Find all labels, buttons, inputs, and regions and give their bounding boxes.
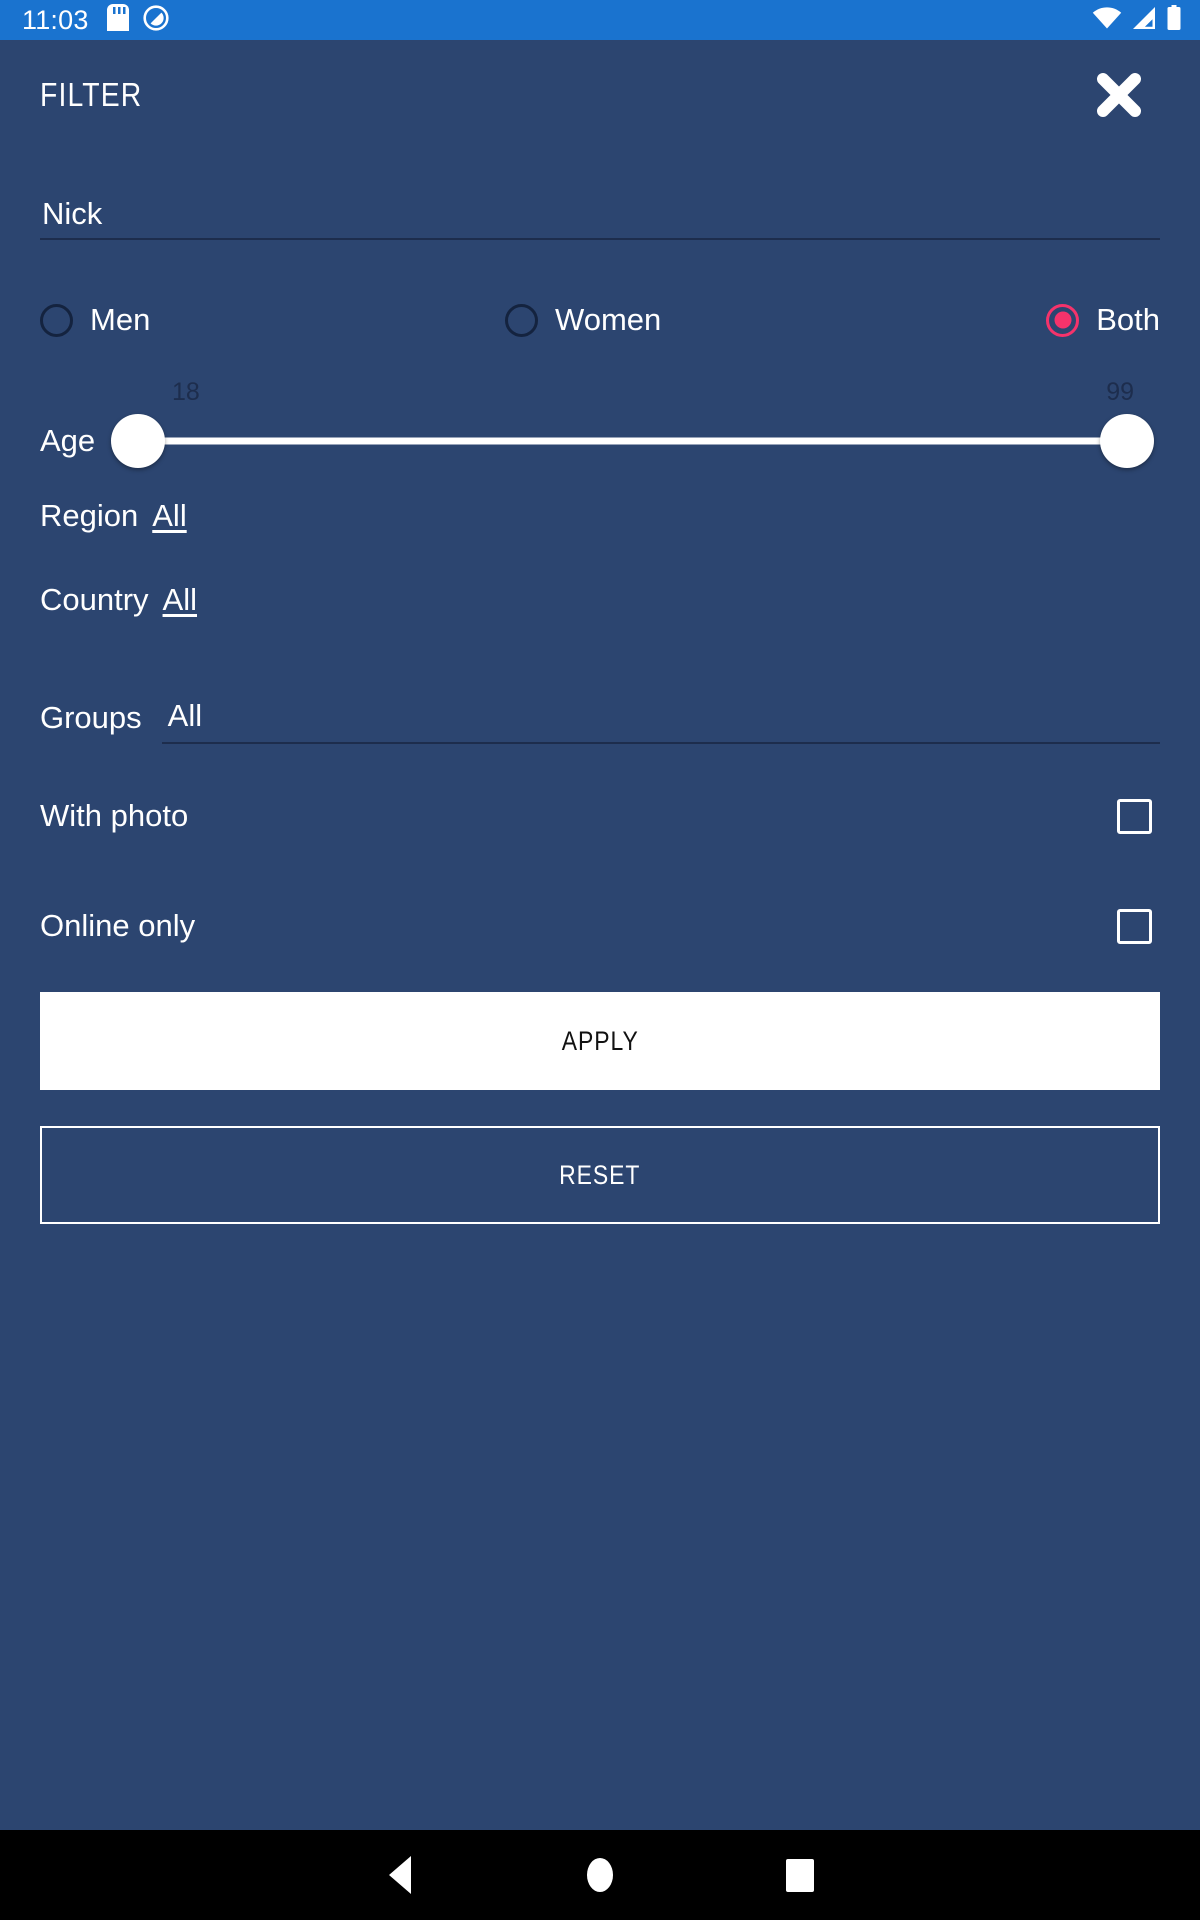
radio-icon-men[interactable]: [40, 303, 73, 337]
online-only-checkbox[interactable]: [1117, 908, 1152, 944]
radio-label-women: Women: [555, 302, 662, 337]
nav-home-button[interactable]: [500, 1830, 700, 1920]
groups-row: Groups All: [40, 682, 1160, 744]
nick-input[interactable]: [40, 196, 1160, 232]
recents-icon: [786, 1858, 814, 1892]
home-icon: [587, 1858, 613, 1892]
region-row[interactable]: Region All: [40, 498, 1160, 554]
slider-thumb-min[interactable]: [111, 414, 166, 468]
radio-icon-women[interactable]: [505, 303, 538, 337]
status-bar-left-icons: [106, 4, 169, 36]
filter-panel: FILTER Men Women Both: [0, 40, 1200, 1830]
page-title: FILTER: [40, 76, 143, 113]
with-photo-checkbox[interactable]: [1117, 798, 1152, 834]
groups-select[interactable]: All: [161, 698, 1160, 744]
with-photo-row[interactable]: With photo: [40, 778, 1160, 854]
region-value[interactable]: All: [152, 498, 186, 534]
battery-icon: [1166, 4, 1182, 36]
age-max-value: 99: [1106, 378, 1134, 406]
radio-icon-both[interactable]: [1046, 303, 1080, 337]
wifi-icon: [1092, 6, 1122, 35]
radio-option-both[interactable]: Both: [1046, 302, 1160, 338]
age-range-block: 18 99 Age: [40, 378, 1160, 470]
nav-back-button[interactable]: [300, 1830, 500, 1920]
radio-option-men[interactable]: Men: [40, 302, 505, 338]
back-icon: [389, 1856, 411, 1894]
close-button[interactable]: [1084, 60, 1154, 130]
nick-field[interactable]: [40, 178, 1160, 240]
status-bar-clock: 11:03: [22, 4, 89, 35]
age-slider-row: Age: [40, 412, 1160, 470]
sd-card-icon: [106, 4, 129, 36]
radio-label-both: Both: [1096, 302, 1160, 337]
slider-track: [139, 437, 1126, 445]
app-notification-icon: [142, 4, 169, 36]
groups-label: Groups: [40, 700, 142, 735]
age-value-labels: 18 99: [140, 378, 1150, 412]
apply-button-label: APPLY: [561, 1025, 639, 1056]
with-photo-label: With photo: [40, 798, 189, 833]
age-min-value: 18: [172, 378, 200, 406]
country-label: Country: [40, 582, 149, 617]
online-only-label: Online only: [40, 908, 196, 943]
cell-signal-icon: [1131, 6, 1157, 35]
gender-radio-group: Men Women Both: [40, 292, 1160, 348]
nav-recents-button[interactable]: [700, 1830, 900, 1920]
filter-panel-header: FILTER: [40, 40, 1160, 150]
slider-thumb-max[interactable]: [1100, 414, 1154, 468]
reset-button-label: RESET: [559, 1159, 641, 1190]
apply-button[interactable]: APPLY: [40, 992, 1160, 1090]
status-bar: 11:03: [0, 0, 1200, 40]
radio-option-women[interactable]: Women: [505, 302, 1005, 338]
country-value[interactable]: All: [163, 582, 197, 618]
region-label: Region: [40, 498, 139, 533]
android-nav-bar: [0, 1830, 1200, 1920]
age-label: Age: [40, 423, 96, 458]
country-row[interactable]: Country All: [40, 582, 1160, 638]
status-bar-right-icons: [1092, 4, 1182, 36]
radio-label-men: Men: [90, 302, 151, 337]
online-only-row[interactable]: Online only: [40, 888, 1160, 964]
age-range-slider[interactable]: [111, 412, 1154, 470]
close-icon: [1097, 73, 1141, 117]
reset-button[interactable]: RESET: [40, 1126, 1160, 1224]
